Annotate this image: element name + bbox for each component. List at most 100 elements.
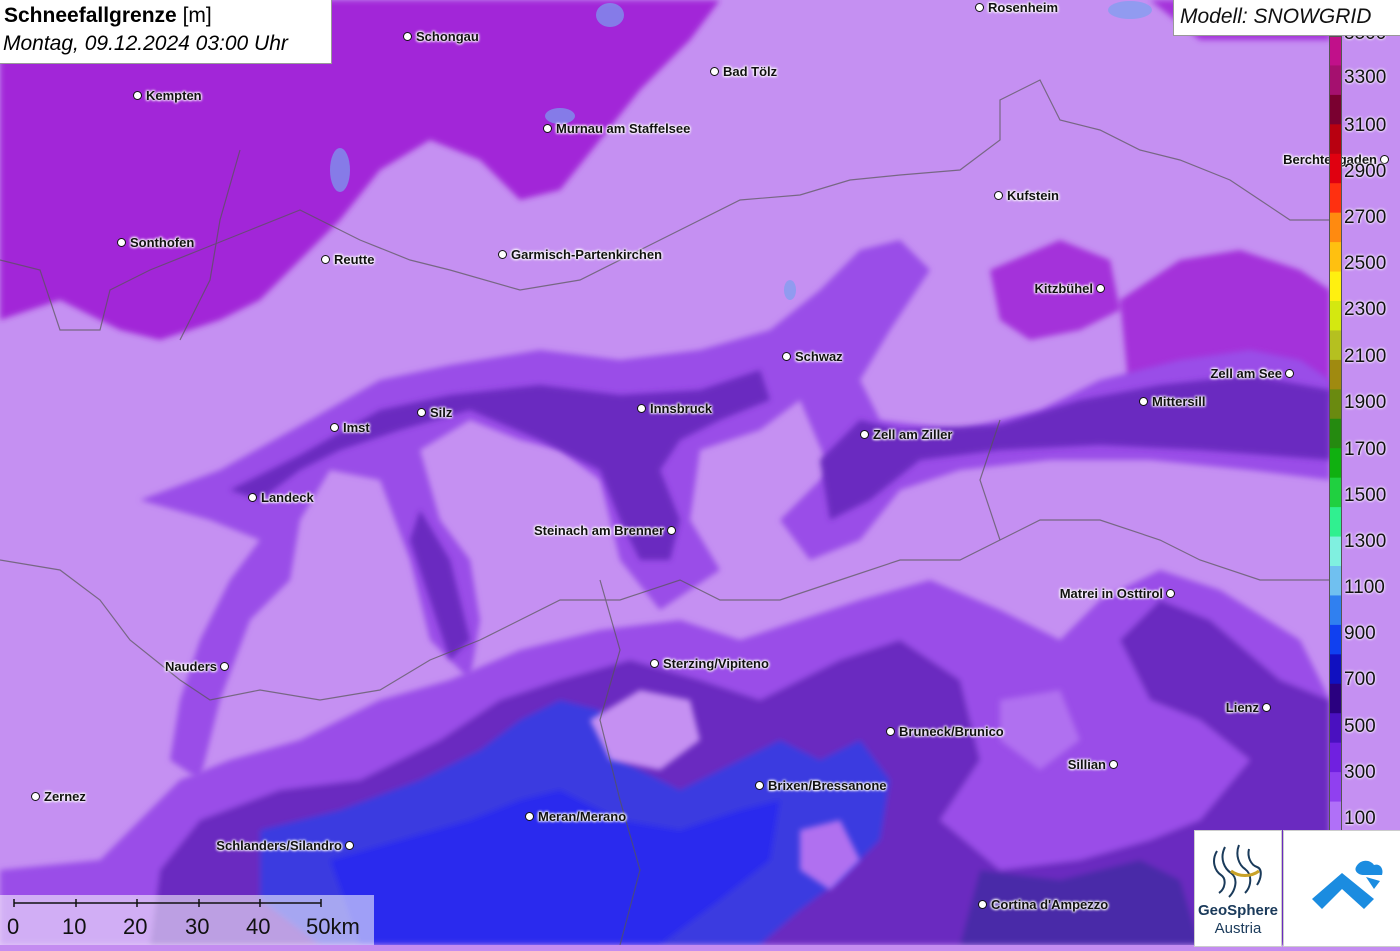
legend-swatch — [1329, 65, 1342, 96]
legend-swatch — [1329, 242, 1342, 273]
city-label: Zell am Ziller — [873, 427, 953, 442]
city-label: Imst — [343, 420, 370, 435]
legend-label: 1100 — [1344, 577, 1385, 598]
city-marker-dot — [1139, 397, 1148, 406]
legend-label: 1700 — [1344, 439, 1387, 460]
geosphere-logo-text: GeoSphere — [1197, 902, 1279, 919]
legend-swatch — [1329, 713, 1342, 744]
scale-tick-30: 30 — [185, 914, 210, 939]
model-label: Modell: SNOWGRID — [1180, 5, 1372, 28]
city-marker-dot — [1262, 703, 1271, 712]
model-label-box: Modell: SNOWGRID — [1173, 0, 1400, 36]
legend-label: 2500 — [1344, 253, 1387, 274]
city-marker-dot — [133, 91, 142, 100]
legend-swatch — [1329, 271, 1342, 302]
city-marker-dot — [1109, 760, 1118, 769]
city-label: Schwaz — [795, 349, 843, 364]
city-marker-dot — [710, 67, 719, 76]
city-label: Innsbruck — [650, 401, 713, 416]
city-label: Murnau am Staffelsee — [556, 121, 691, 136]
city-marker-dot — [321, 255, 330, 264]
legend-swatch — [1329, 389, 1342, 420]
city-label: Silz — [430, 405, 453, 420]
legend-swatch — [1329, 330, 1342, 361]
city-label: Zernez — [44, 789, 86, 804]
legend-label: 2100 — [1344, 346, 1387, 367]
city-label: Nauders — [164, 659, 217, 674]
scale-tick-10: 10 — [62, 914, 87, 939]
legend-label: 1900 — [1344, 392, 1387, 413]
city-marker-dot — [248, 493, 257, 502]
legend-label: 100 — [1344, 808, 1376, 829]
scale-tick-0: 0 — [7, 914, 20, 939]
city-label: Meran/Merano — [538, 809, 627, 824]
city-label: Cortina d'Ampezzo — [991, 897, 1109, 912]
legend-label: 1500 — [1344, 485, 1387, 506]
city-marker-dot — [1096, 284, 1105, 293]
legend-swatch — [1329, 507, 1342, 538]
city-label: Kufstein — [1007, 188, 1059, 203]
scale-tick-50: 50km — [306, 914, 360, 939]
city-label: Sterzing/Vipiteno — [663, 656, 769, 671]
legend-swatch — [1329, 212, 1342, 243]
city-label: Bruneck/Brunico — [899, 724, 1004, 739]
legend-swatch — [1329, 742, 1342, 773]
legend-label: 3300 — [1344, 67, 1387, 88]
legend-swatch — [1329, 536, 1342, 567]
map-title-box: Schneefallgrenze [m] Montag, 09.12.2024 … — [0, 0, 332, 64]
scale-tick-20: 20 — [123, 914, 148, 939]
city-marker-dot — [637, 404, 646, 413]
legend-swatch — [1329, 624, 1342, 655]
city-label: Rosenheim — [988, 0, 1059, 15]
legend-swatch — [1329, 595, 1342, 626]
legend-label: 1300 — [1344, 531, 1387, 552]
city-label: Schongau — [416, 29, 479, 44]
snowgrid-logo-icon — [1312, 860, 1383, 909]
city-marker-dot — [1285, 369, 1294, 378]
city-marker-dot — [782, 352, 791, 361]
legend-label: 2700 — [1344, 207, 1387, 228]
city-label: Zell am See — [1210, 366, 1282, 381]
city-marker-dot — [978, 900, 987, 909]
legend-label: 2900 — [1344, 161, 1387, 182]
city-marker-dot — [220, 662, 229, 671]
legend-swatch — [1329, 94, 1342, 125]
map-title: Schneefallgrenze [m] — [4, 4, 212, 27]
legend-swatch — [1329, 301, 1342, 331]
city-marker-dot — [994, 191, 1003, 200]
legend-swatch — [1329, 654, 1342, 685]
legend-swatch — [1329, 359, 1342, 390]
geosphere-logo-icon — [1213, 844, 1262, 898]
legend-label: 3100 — [1344, 115, 1387, 136]
legend-swatch — [1329, 448, 1342, 479]
city-marker-dot — [975, 3, 984, 12]
legend-swatch — [1329, 153, 1342, 184]
city-marker-dot — [498, 250, 507, 259]
city-label: Schlanders/Silandro — [216, 838, 342, 853]
city-label: Sillian — [1067, 757, 1106, 772]
city-marker-dot — [543, 124, 552, 133]
city-label: Mittersill — [1152, 394, 1206, 409]
city-label: Reutte — [334, 252, 375, 267]
city-label: Kempten — [146, 88, 202, 103]
legend-color-bar — [1329, 36, 1342, 831]
city-marker-dot — [860, 430, 869, 439]
city-marker-dot — [755, 781, 764, 790]
legend-label: 2300 — [1344, 299, 1387, 320]
city-marker-dot — [667, 526, 676, 535]
city-label: Brixen/Bressanone — [768, 778, 887, 793]
legend-swatch — [1329, 183, 1342, 214]
city-label: Bad Tölz — [723, 64, 778, 79]
geosphere-logo-subtext: Austria — [1214, 920, 1262, 937]
city-label: Matrei in Osttirol — [1059, 586, 1163, 601]
city-label: Steinach am Brenner — [533, 523, 664, 538]
scale-tick-40: 40 — [246, 914, 271, 939]
city-marker-dot — [417, 408, 426, 417]
city-marker-dot — [525, 812, 534, 821]
legend-swatch — [1329, 124, 1342, 155]
city-marker-dot — [1166, 589, 1175, 598]
snowgrid-logo — [1283, 830, 1400, 947]
legend-label: 900 — [1344, 623, 1376, 644]
city-marker-dot — [117, 238, 126, 247]
city-marker-dot — [31, 792, 40, 801]
